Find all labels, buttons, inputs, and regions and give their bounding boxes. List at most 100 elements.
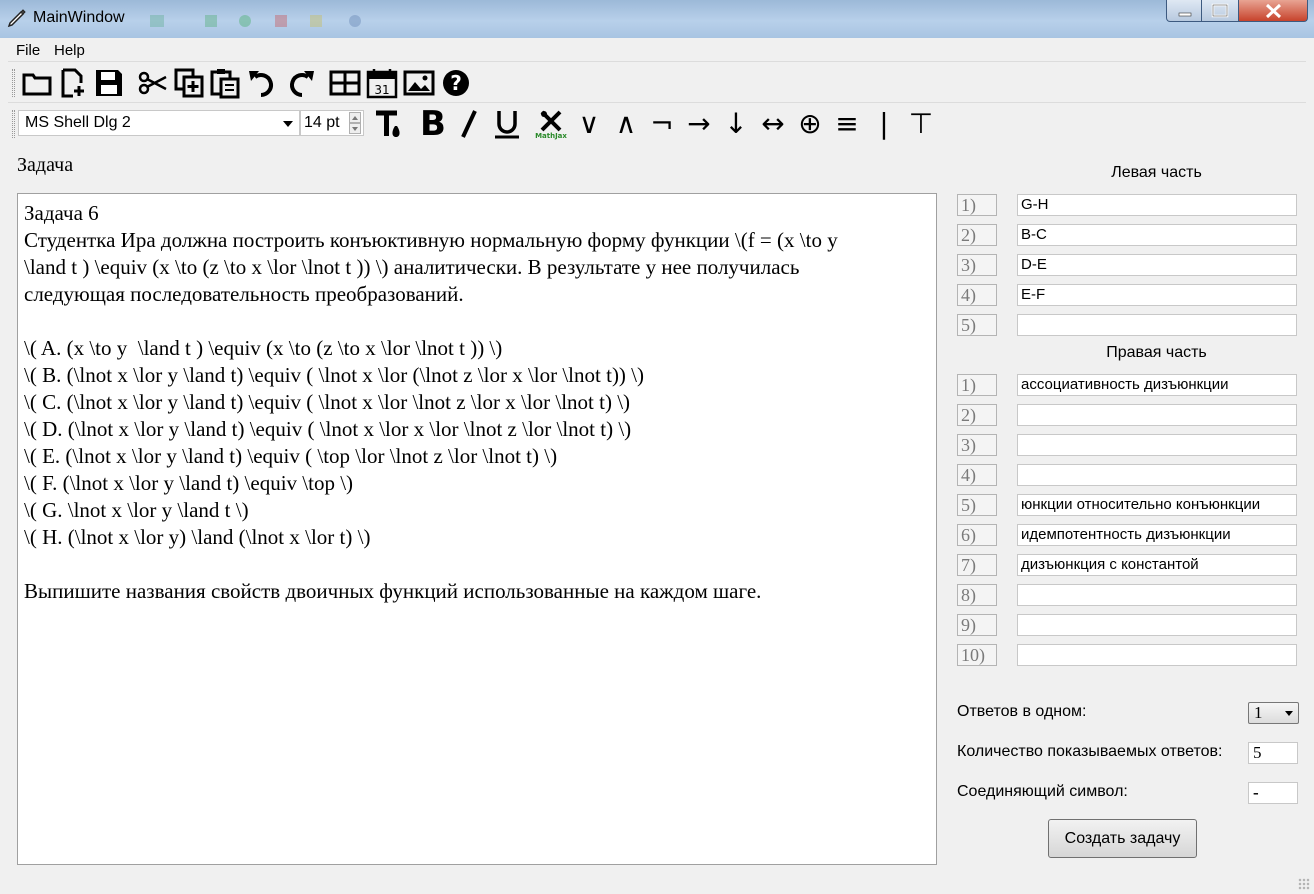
shown-count-label: Количество показываемых ответов: <box>957 743 1223 760</box>
top-button[interactable]: ⊤ <box>904 107 938 141</box>
shown-count-input[interactable]: 5 <box>1248 742 1298 764</box>
redo-icon <box>290 71 314 97</box>
font-family-value: MS Shell Dlg 2 <box>25 114 131 131</box>
circled-plus-icon: ⊕ <box>798 107 822 140</box>
calendar-button[interactable]: 31 <box>365 66 399 100</box>
close-icon <box>1265 3 1282 19</box>
xor-button[interactable]: ⊕ <box>793 107 827 141</box>
identical-button[interactable]: ≡ <box>830 107 864 141</box>
right-part-row-number: 1) <box>957 374 997 396</box>
join-symbol-input[interactable]: - <box>1248 782 1298 804</box>
left-part-heading: Левая часть <box>1111 164 1202 181</box>
editor-line: Выпишите названия свойств двоичных функц… <box>24 579 762 603</box>
left-part-row-number: 2) <box>957 224 997 246</box>
right-part-row-input[interactable]: дизъюнкция с константой <box>1017 554 1297 576</box>
answers-per-combo[interactable]: 1 <box>1248 702 1299 724</box>
text-color-icon <box>376 110 400 137</box>
cut-button[interactable] <box>136 66 170 100</box>
right-part-row-input[interactable] <box>1017 404 1297 426</box>
size-grip-icon[interactable] <box>1298 878 1310 890</box>
main-toolbar: 31 ? <box>8 63 1306 103</box>
nor-button[interactable]: ↓ <box>719 107 753 141</box>
right-part-row-input[interactable] <box>1017 584 1297 606</box>
or-button[interactable]: ∨ <box>572 107 606 141</box>
minimize-button[interactable] <box>1166 0 1202 22</box>
copy-button[interactable] <box>172 66 206 100</box>
not-icon: ¬ <box>650 107 674 140</box>
right-part-heading: Правая часть <box>1106 344 1207 361</box>
right-part-row-input[interactable] <box>1017 434 1297 456</box>
spin-down-icon[interactable] <box>349 123 361 134</box>
menu-bar: File Help <box>8 38 1306 62</box>
save-icon <box>96 70 122 96</box>
cut-icon <box>138 71 167 95</box>
not-button[interactable]: ¬ <box>645 107 679 141</box>
italic-button[interactable] <box>452 107 486 141</box>
open-button[interactable] <box>20 66 54 100</box>
and-icon: ∧ <box>615 107 637 140</box>
font-size-spinbox[interactable]: 14 pt <box>300 110 364 136</box>
editor-line: \land t ) \equiv (x \to (z \to x \lor \l… <box>24 255 800 279</box>
right-part-row-input[interactable]: юнкции относительно конъюнкции <box>1017 494 1297 516</box>
font-size-value: 14 pt <box>304 114 340 131</box>
equiv-button[interactable]: ↔ <box>756 107 790 141</box>
editor-line: следующая последовательность преобразова… <box>24 282 464 306</box>
right-part-row-input[interactable] <box>1017 644 1297 666</box>
paste-button[interactable] <box>208 66 242 100</box>
titlebar-ghost-icons <box>150 15 361 27</box>
menu-file[interactable]: File <box>16 42 40 59</box>
pencil-icon <box>7 9 26 28</box>
and-button[interactable]: ∧ <box>609 107 643 141</box>
right-part-row-input[interactable]: идемпотентность дизъюнкции <box>1017 524 1297 546</box>
right-part-row-input[interactable]: ассоциативность дизъюнкции <box>1017 374 1297 396</box>
close-button[interactable] <box>1239 0 1308 22</box>
paste-icon <box>210 69 240 99</box>
save-button[interactable] <box>92 66 126 100</box>
undo-button[interactable] <box>246 66 280 100</box>
editor-line: Задача 6 <box>24 201 99 225</box>
right-part-row-input[interactable] <box>1017 614 1297 636</box>
bold-button[interactable]: B <box>416 107 450 141</box>
editor-line: \( C. (\lnot x \lor y \land t) \equiv ( … <box>24 390 631 414</box>
editor-line: \( B. (\lnot x \lor y \land t) \equiv ( … <box>24 363 645 387</box>
join-symbol-label: Соединяющий символ: <box>957 783 1128 800</box>
left-part-row-input[interactable] <box>1017 314 1297 336</box>
left-part-row-input[interactable]: E-F <box>1017 284 1297 306</box>
implies-button[interactable]: → <box>682 107 716 141</box>
left-part-row-input[interactable]: B-C <box>1017 224 1297 246</box>
window-title: MainWindow <box>33 9 125 26</box>
right-part-row-number: 2) <box>957 404 997 426</box>
editor-line: \( G. \lnot x \lor y \land t \) <box>24 498 249 522</box>
editor-line: Студентка Ира должна построить конъюктив… <box>24 228 838 252</box>
right-part-row-number: 9) <box>957 614 997 636</box>
mathjax-button[interactable]: MathJax <box>534 107 568 141</box>
toolbar-grip[interactable] <box>12 69 15 97</box>
task-editor[interactable]: Задача 6 Студентка Ира должна построить к… <box>17 193 937 865</box>
table-button[interactable] <box>328 66 362 100</box>
left-part-row-number: 5) <box>957 314 997 336</box>
arrow-down-icon: ↓ <box>724 107 748 140</box>
title-bar: MainWindow <box>0 0 1314 38</box>
sheffer-button[interactable]: | <box>867 107 901 141</box>
left-part-row-input[interactable]: G-H <box>1017 194 1297 216</box>
right-part-row-input[interactable] <box>1017 464 1297 486</box>
underline-icon <box>495 111 519 139</box>
image-button[interactable] <box>402 66 436 100</box>
help-button[interactable]: ? <box>439 66 473 100</box>
maximize-button[interactable] <box>1202 0 1239 22</box>
calendar-day: 31 <box>374 83 389 97</box>
open-folder-icon <box>22 73 52 96</box>
left-part-row-input[interactable]: D-E <box>1017 254 1297 276</box>
new-button[interactable] <box>56 66 90 100</box>
spin-up-icon[interactable] <box>349 112 361 123</box>
text-color-button[interactable] <box>372 107 406 141</box>
svg-text:?: ? <box>450 71 462 95</box>
arrow-right-icon: → <box>687 107 711 140</box>
editor-line: \( E. (\lnot x \lor y \land t) \equiv ( … <box>24 444 558 468</box>
menu-help[interactable]: Help <box>54 42 85 59</box>
create-task-button[interactable]: Создать задачу <box>1048 819 1197 858</box>
font-family-combo[interactable]: MS Shell Dlg 2 <box>18 110 300 136</box>
redo-button[interactable] <box>283 66 317 100</box>
underline-button[interactable] <box>490 107 524 141</box>
toolbar-grip[interactable] <box>12 110 15 138</box>
